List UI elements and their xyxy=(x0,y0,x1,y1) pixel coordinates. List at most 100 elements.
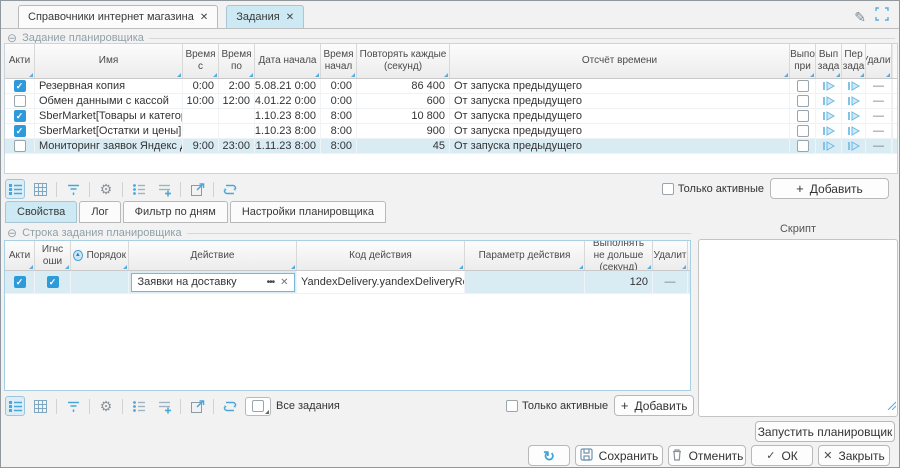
run-task-icon[interactable] xyxy=(816,109,842,123)
rerun-task-icon[interactable] xyxy=(842,124,866,138)
column-header-order[interactable]: ▲ Порядок xyxy=(71,241,129,270)
column-header-countdown[interactable]: Отсчёт времени xyxy=(450,44,790,78)
column-header-name[interactable]: Имя xyxy=(35,44,183,78)
task-line-row[interactable]: Заявки на доставку ••• ✕ YandexDelivery.… xyxy=(5,271,690,294)
edit-pencil-icon[interactable]: ✎ xyxy=(854,10,866,24)
column-header-action[interactable]: Действие xyxy=(129,241,297,270)
rerun-task-icon[interactable] xyxy=(842,94,866,108)
clear-icon[interactable]: ✕ xyxy=(278,277,293,288)
column-header-time-from[interactable]: Время с xyxy=(183,44,219,78)
column-header-ignore-errors[interactable]: Игнс оши xyxy=(35,241,71,270)
run-at-checkbox[interactable] xyxy=(797,80,809,92)
refresh-button[interactable]: ↻ xyxy=(528,445,570,466)
table-row[interactable]: Резервная копия 0:00 2:00 25.08.21 0:00 … xyxy=(5,79,897,94)
active-checkbox[interactable] xyxy=(14,80,26,92)
export-icon[interactable] xyxy=(187,396,207,416)
run-at-checkbox[interactable] xyxy=(797,95,809,107)
add-row-icon[interactable] xyxy=(154,179,174,199)
action-editor[interactable]: Заявки на доставку ••• ✕ xyxy=(131,273,295,292)
delete-row-button[interactable]: — xyxy=(866,94,892,108)
scrollbar-track[interactable] xyxy=(892,44,898,78)
reload-icon[interactable] xyxy=(220,179,240,199)
run-at-checkbox[interactable] xyxy=(797,125,809,137)
only-active-filter[interactable]: Только активные xyxy=(662,183,764,195)
column-header-delete[interactable]: Удалит xyxy=(653,241,688,270)
collapse-icon[interactable]: ⊖ xyxy=(7,227,17,239)
table-row[interactable]: SberMarket[Остатки и цены] 11.10.23 8:00… xyxy=(5,124,897,139)
list-view-icon[interactable] xyxy=(5,179,25,199)
bullet-list-icon[interactable] xyxy=(129,179,149,199)
run-task-icon[interactable] xyxy=(816,139,842,153)
column-header-active[interactable]: Акти xyxy=(5,44,35,78)
column-header-run-task[interactable]: Вып зада xyxy=(816,44,842,78)
active-checkbox[interactable] xyxy=(14,95,26,107)
gear-icon[interactable]: ⚙ xyxy=(96,396,116,416)
active-checkbox[interactable] xyxy=(14,276,26,288)
run-task-icon[interactable] xyxy=(816,124,842,138)
close-icon[interactable]: ✕ xyxy=(286,12,294,23)
grid-view-icon[interactable] xyxy=(30,179,50,199)
tab-properties[interactable]: Свойства xyxy=(5,201,77,223)
bullet-list-icon[interactable] xyxy=(129,396,149,416)
reload-icon[interactable] xyxy=(220,396,240,416)
column-header-delete[interactable]: Удалит xyxy=(866,44,892,78)
only-active-checkbox[interactable] xyxy=(662,183,674,195)
rerun-task-icon[interactable] xyxy=(842,139,866,153)
column-header-start-date[interactable]: Дата начала xyxy=(255,44,321,78)
add-line-button[interactable]: + Добавить xyxy=(614,395,694,416)
filter-icon[interactable] xyxy=(63,396,83,416)
active-checkbox[interactable] xyxy=(14,110,26,122)
delete-row-button[interactable]: — xyxy=(866,124,892,138)
script-textarea[interactable] xyxy=(698,239,898,417)
tab-log[interactable]: Лог xyxy=(79,201,120,223)
tab-tasks[interactable]: Задания ✕ xyxy=(226,5,304,28)
only-active-filter[interactable]: Только активные xyxy=(506,400,608,412)
table-row[interactable]: SberMarket[Товары и категории] 11.10.23 … xyxy=(5,109,897,124)
column-header-start-time[interactable]: Время начал xyxy=(321,44,357,78)
rerun-task-icon[interactable] xyxy=(842,109,866,123)
ellipsis-button[interactable]: ••• xyxy=(263,277,279,288)
tab-scheduler-settings[interactable]: Настройки планировщика xyxy=(230,201,386,223)
run-task-icon[interactable] xyxy=(816,94,842,108)
fullscreen-icon[interactable] xyxy=(875,7,889,26)
column-header-active[interactable]: Акти xyxy=(5,241,35,270)
delete-row-button[interactable]: — xyxy=(866,109,892,123)
table-row[interactable]: Обмен данными с кассой 10:00 12:00 14.01… xyxy=(5,94,897,109)
column-header-action-param[interactable]: Параметр действия xyxy=(465,241,585,270)
close-button[interactable]: ✕ Закрыть xyxy=(818,445,890,466)
add-row-icon[interactable] xyxy=(154,396,174,416)
delete-row-button[interactable]: — xyxy=(866,79,892,93)
resize-handle[interactable] xyxy=(886,397,896,415)
grid-view-icon[interactable] xyxy=(30,396,50,416)
table-row-selected[interactable]: Мониторинг заявок Яндекс Дост 9:00 23:00… xyxy=(5,139,897,154)
only-active-checkbox[interactable] xyxy=(506,400,518,412)
delete-row-button[interactable]: — xyxy=(653,271,688,293)
active-checkbox[interactable] xyxy=(14,140,26,152)
run-at-checkbox[interactable] xyxy=(797,140,809,152)
run-scheduler-button[interactable]: Запустить планировщик xyxy=(755,421,895,442)
close-icon[interactable]: ✕ xyxy=(200,12,208,23)
gear-icon[interactable]: ⚙ xyxy=(96,179,116,199)
column-header-max-duration[interactable]: Выполнять не дольше (секунд) xyxy=(585,241,653,270)
active-checkbox[interactable] xyxy=(14,125,26,137)
ok-button[interactable]: ✓ ОК xyxy=(751,445,813,466)
delete-row-button[interactable]: — xyxy=(866,139,892,153)
all-tasks-checkbox[interactable] xyxy=(245,397,271,416)
export-icon[interactable] xyxy=(187,179,207,199)
cancel-button[interactable]: Отменить xyxy=(668,445,746,466)
column-header-action-code[interactable]: Код действия xyxy=(297,241,465,270)
ignore-errors-checkbox[interactable] xyxy=(47,276,59,288)
run-task-icon[interactable] xyxy=(816,79,842,93)
add-task-button[interactable]: + Добавить xyxy=(770,178,889,199)
tab-directories[interactable]: Справочники интернет магазина ✕ xyxy=(18,5,218,28)
column-header-run-at[interactable]: Выпо при xyxy=(790,44,816,78)
column-header-repeat[interactable]: Повторять каждые (секунд) xyxy=(357,44,450,78)
column-header-rerun-task[interactable]: Пер зада xyxy=(842,44,866,78)
list-view-icon[interactable] xyxy=(5,396,25,416)
tab-day-filter[interactable]: Фильтр по дням xyxy=(123,201,228,223)
column-header-time-to[interactable]: Время по xyxy=(219,44,255,78)
filter-icon[interactable] xyxy=(63,179,83,199)
run-at-checkbox[interactable] xyxy=(797,110,809,122)
save-button[interactable]: Сохранить xyxy=(575,445,663,466)
rerun-task-icon[interactable] xyxy=(842,79,866,93)
